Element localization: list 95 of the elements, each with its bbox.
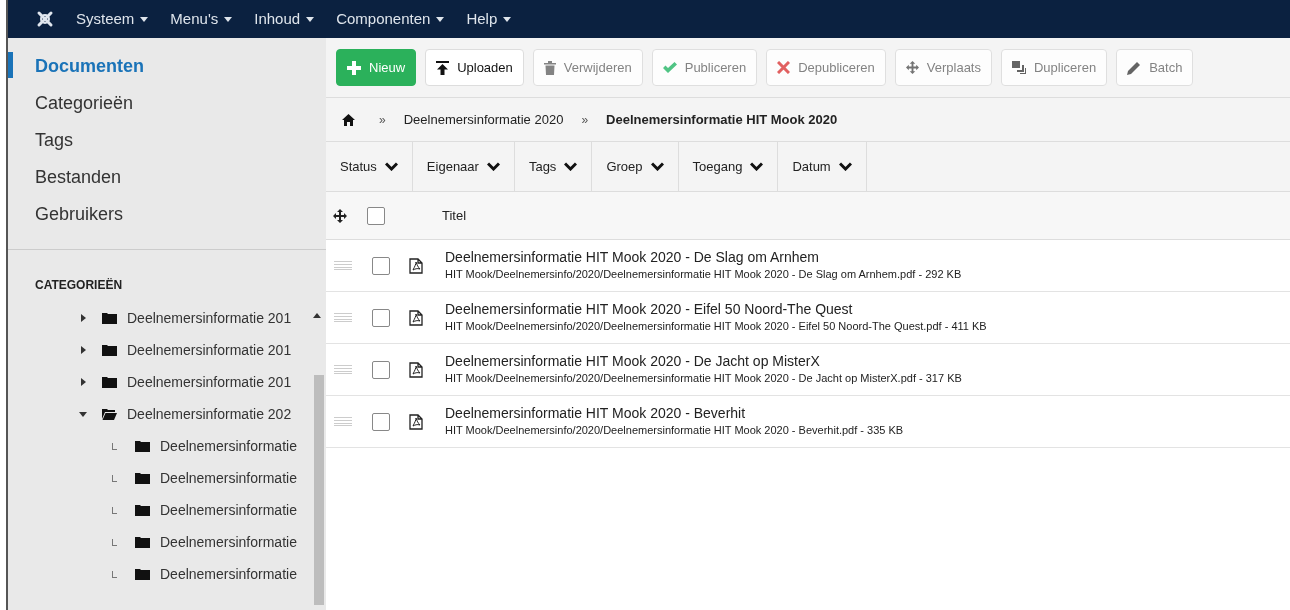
caret-icon [140, 16, 149, 22]
tree-branch-icon [112, 506, 117, 514]
filter-dropdown[interactable]: Toegang [678, 142, 779, 191]
menu-item[interactable]: Systeem [76, 7, 149, 31]
tree-branch-icon [112, 538, 117, 546]
breadcrumb-current: Deelnemersinformatie HIT Mook 2020 [606, 110, 838, 129]
tree-item[interactable]: Deelnemersinformatie [160, 467, 297, 489]
menu-item[interactable]: Inhoud [254, 7, 315, 31]
document-title[interactable]: Deelnemersinformatie HIT Mook 2020 - De Jacht op MisterX [445, 353, 962, 370]
file-path: HIT Mook/Deelnemersinfo/2020/Deelnemersinformatie HIT Mook 2020 - Beverhit.pdf - 335 KB [445, 423, 904, 438]
tree-branch-icon [112, 474, 117, 482]
scroll-up-icon[interactable] [313, 313, 321, 318]
menu-item[interactable]: Help [466, 7, 512, 31]
file-path: HIT Mook/Deelnemersinfo/2020/Deelnemersinformatie HIT Mook 2020 - De Slag om Arnhem.pdf - 292 KB [445, 267, 962, 282]
folder-icon [102, 376, 117, 388]
trash-icon [543, 60, 556, 75]
move-icon [333, 208, 347, 223]
document-title[interactable]: Deelnemersinformatie HIT Mook 2020 - Eifel 50 Noord-The Quest [445, 301, 987, 318]
tree-branch-icon [112, 442, 117, 450]
breadcrumb-separator: » [581, 111, 589, 129]
document-title[interactable]: Deelnemersinformatie HIT Mook 2020 - Beverhit [445, 405, 904, 422]
checkbox[interactable] [372, 412, 390, 431]
folder-icon [135, 536, 150, 548]
chevron-icon [564, 162, 578, 171]
check-icon [662, 62, 677, 73]
sidebar-item[interactable]: Documenten [8, 48, 326, 85]
caret-icon [436, 16, 445, 22]
tree-item[interactable]: Deelnemersinformatie 201 [127, 371, 292, 393]
caret-icon [224, 16, 233, 22]
caret-icon [306, 16, 315, 22]
toolbar-button[interactable]: Uploaden [425, 49, 524, 86]
drag-handle-icon[interactable] [334, 313, 352, 322]
menu-item[interactable]: Menu's [170, 7, 233, 31]
folder-icon [135, 568, 150, 580]
select-all-checkbox[interactable] [367, 206, 385, 225]
folder-icon [135, 504, 150, 516]
tree-item[interactable]: Deelnemersinformatie [160, 499, 297, 521]
chevron-icon [838, 162, 852, 171]
expand-icon[interactable] [78, 346, 88, 354]
expand-icon[interactable] [78, 314, 88, 322]
breadcrumb-link[interactable]: Deelnemersinformatie 2020 [403, 109, 564, 130]
tree-item[interactable]: Deelnemersinformatie 202 [127, 403, 292, 425]
checkbox[interactable] [372, 360, 390, 379]
sidebar-item[interactable]: Gebruikers [8, 196, 326, 233]
logo-icon[interactable] [36, 10, 54, 28]
home-icon[interactable] [342, 113, 355, 126]
folder-icon [102, 312, 117, 324]
chevron-icon [486, 162, 500, 171]
filter-dropdown[interactable]: Status [326, 142, 413, 191]
tree-item[interactable]: Deelnemersinformatie 201 [127, 339, 292, 361]
drag-handle-icon[interactable] [334, 417, 352, 426]
scrollbar[interactable] [314, 375, 324, 605]
file-path: HIT Mook/Deelnemersinfo/2020/Deelnemersinformatie HIT Mook 2020 - De Jacht op MisterX.pdf - 317 KB [445, 371, 962, 386]
sidebar-item[interactable]: Bestanden [8, 159, 326, 196]
pdf-file-icon [409, 413, 423, 430]
copy-icon [1011, 61, 1026, 74]
move-icon [905, 61, 919, 74]
chevron-icon [650, 162, 664, 171]
column-header[interactable]: Titel [442, 205, 467, 226]
upload-icon [436, 60, 450, 75]
pdf-file-icon [409, 361, 423, 378]
drag-handle-icon[interactable] [334, 261, 352, 270]
plus-icon [347, 60, 361, 75]
sidebar-item[interactable]: Categorieën [8, 85, 326, 122]
expand-icon[interactable] [78, 378, 88, 386]
filter-dropdown[interactable]: Eigenaar [412, 142, 515, 191]
pencil-icon [1127, 60, 1142, 75]
sidebar-item[interactable]: Tags [8, 122, 326, 159]
filter-dropdown[interactable]: Groep [592, 142, 679, 191]
cross-icon [777, 61, 791, 74]
breadcrumb-separator: » [379, 111, 386, 129]
folder-icon [102, 344, 117, 356]
file-path: HIT Mook/Deelnemersinfo/2020/Deelnemersinformatie HIT Mook 2020 - Eifel 50 Noord-The Quest.pdf - 411 KB [445, 319, 987, 334]
tree-item[interactable]: Deelnemersinformatie [160, 563, 297, 585]
folder-icon [102, 408, 117, 420]
filter-dropdown[interactable]: Datum [778, 142, 867, 191]
pdf-file-icon [409, 257, 423, 274]
filter-dropdown[interactable]: Tags [514, 142, 593, 191]
folder-icon [135, 472, 150, 484]
chevron-icon [384, 162, 398, 171]
checkbox[interactable] [372, 256, 390, 275]
chevron-icon [750, 162, 764, 171]
caret-icon [503, 16, 512, 22]
section-heading: CATEGORIEËN [34, 277, 124, 294]
tree-branch-icon [112, 570, 117, 578]
tree-item[interactable]: Deelnemersinformatie [160, 435, 297, 457]
pdf-file-icon [409, 309, 423, 326]
document-title[interactable]: Deelnemersinformatie HIT Mook 2020 - De Slag om Arnhem [445, 249, 962, 266]
collapse-icon[interactable] [78, 411, 88, 417]
folder-icon [135, 440, 150, 452]
checkbox[interactable] [372, 308, 390, 327]
menu-item[interactable]: Componenten [336, 7, 445, 31]
drag-handle-icon[interactable] [334, 365, 352, 374]
tree-item[interactable]: Deelnemersinformatie [160, 531, 297, 553]
tree-item[interactable]: Deelnemersinformatie 201 [127, 307, 292, 329]
